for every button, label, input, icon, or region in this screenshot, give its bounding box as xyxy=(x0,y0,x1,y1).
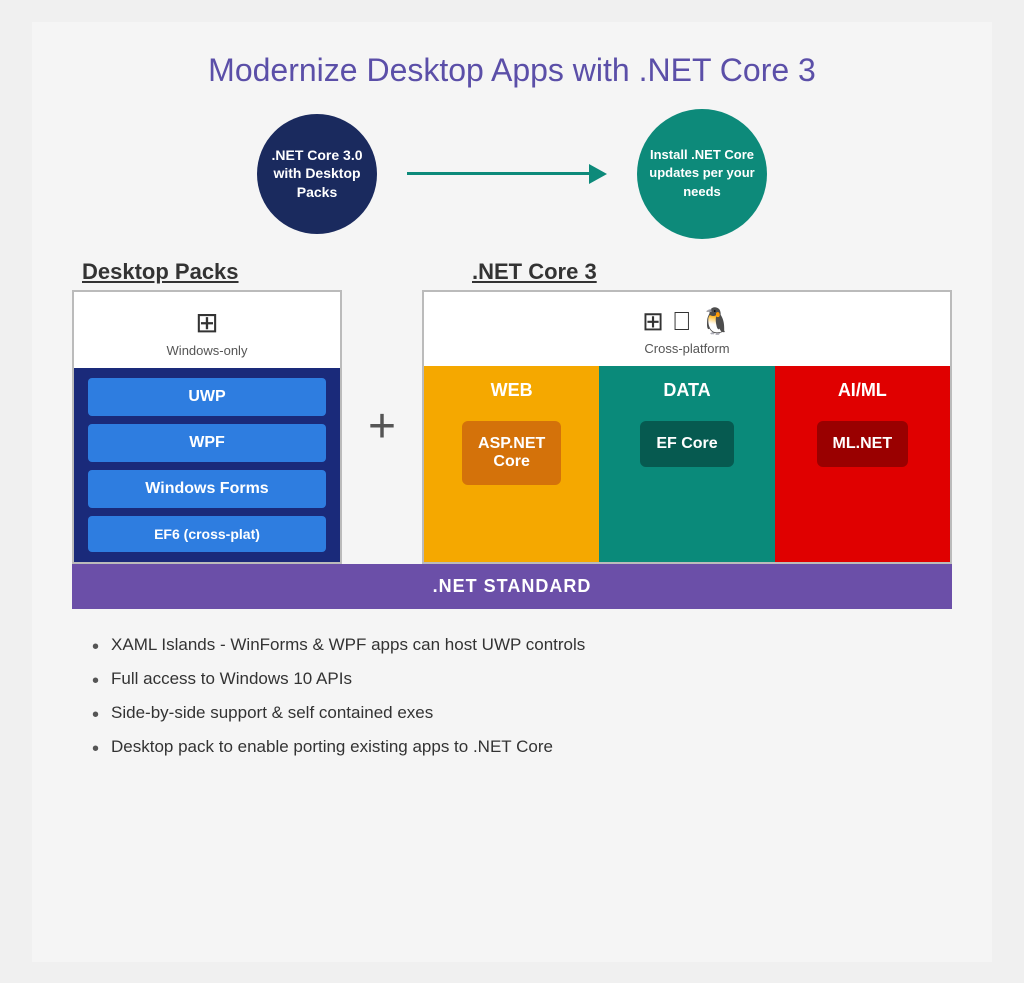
bullet-item-1: • XAML Islands - WinForms & WPF apps can… xyxy=(92,635,932,659)
slide: Modernize Desktop Apps with .NET Core 3 … xyxy=(32,22,992,962)
bullet-text-1: XAML Islands - WinForms & WPF apps can h… xyxy=(111,635,585,655)
bullet-dot-3: • xyxy=(92,704,99,727)
plus-section: + xyxy=(342,290,422,564)
arrow-line xyxy=(407,172,589,175)
diagram-body: ⊞ Windows-only UWP WPF Windows Forms EF6… xyxy=(72,290,952,564)
data-header: DATA xyxy=(663,380,710,401)
desktop-items: UWP WPF Windows Forms EF6 (cross-plat) xyxy=(74,368,340,562)
desktop-packs-label: Desktop Packs xyxy=(72,259,372,285)
desktop-packs-box: ⊞ Windows-only UWP WPF Windows Forms EF6… xyxy=(72,290,342,564)
winforms-item: Windows Forms xyxy=(88,470,326,508)
uwp-item: UWP xyxy=(88,378,326,416)
bullet-dot-1: • xyxy=(92,636,99,659)
bullets: • XAML Islands - WinForms & WPF apps can… xyxy=(72,619,952,771)
efcore-badge: EF Core xyxy=(640,421,733,467)
web-header: WEB xyxy=(491,380,533,401)
col-data: DATA EF Core xyxy=(599,366,774,562)
net-standard-bar: .NET STANDARD xyxy=(72,564,952,609)
bullet-text-4: Desktop pack to enable porting existing … xyxy=(111,737,553,757)
col-web: WEB ASP.NETCore xyxy=(424,366,599,562)
bullet-text-3: Side-by-side support & self contained ex… xyxy=(111,703,433,723)
diagram-labels: Desktop Packs .NET Core 3 xyxy=(72,259,952,285)
aiml-header: AI/ML xyxy=(838,380,887,401)
platform-icons: ⊞  🐧 xyxy=(642,306,732,337)
circle-left: .NET Core 3.0 with Desktop Packs xyxy=(257,114,377,234)
linux-platform-icon: 🐧 xyxy=(699,306,731,337)
bullet-dot-4: • xyxy=(92,738,99,761)
bullet-item-2: • Full access to Windows 10 APIs xyxy=(92,669,932,693)
circle-right: Install .NET Core updates per your needs xyxy=(637,109,767,239)
arrow-section: .NET Core 3.0 with Desktop Packs Install… xyxy=(72,109,952,239)
windows-platform-icon: ⊞ xyxy=(642,306,664,337)
bullet-item-4: • Desktop pack to enable porting existin… xyxy=(92,737,932,761)
aspnet-badge: ASP.NETCore xyxy=(462,421,561,485)
bullet-text-2: Full access to Windows 10 APIs xyxy=(111,669,352,689)
cross-platform-section: ⊞  🐧 Cross-platform xyxy=(424,292,950,366)
plus-label xyxy=(372,259,452,285)
arrow-head xyxy=(589,164,607,184)
diagram-section: Desktop Packs .NET Core 3 ⊞ Windows-only… xyxy=(72,259,952,609)
cross-platform-label: Cross-platform xyxy=(644,341,729,356)
bullet-dot-2: • xyxy=(92,670,99,693)
col-aiml: AI/ML ML.NET xyxy=(775,366,950,562)
wpf-item: WPF xyxy=(88,424,326,462)
windows-icon: ⊞ xyxy=(195,306,218,339)
netcore-box: ⊞  🐧 Cross-platform WEB ASP.NETCore DAT… xyxy=(422,290,952,564)
apple-platform-icon:  xyxy=(672,306,692,337)
page-title: Modernize Desktop Apps with .NET Core 3 xyxy=(208,52,816,89)
windows-only-section: ⊞ Windows-only xyxy=(74,292,340,368)
bullet-item-3: • Side-by-side support & self contained … xyxy=(92,703,932,727)
netcore-columns: WEB ASP.NETCore DATA EF Core AI/ML ML.NE… xyxy=(424,366,950,562)
windows-only-label: Windows-only xyxy=(167,343,248,358)
ef6-item: EF6 (cross-plat) xyxy=(88,516,326,552)
netcore-label: .NET Core 3 xyxy=(452,259,952,285)
mlnet-badge: ML.NET xyxy=(817,421,909,467)
arrow xyxy=(407,164,607,184)
